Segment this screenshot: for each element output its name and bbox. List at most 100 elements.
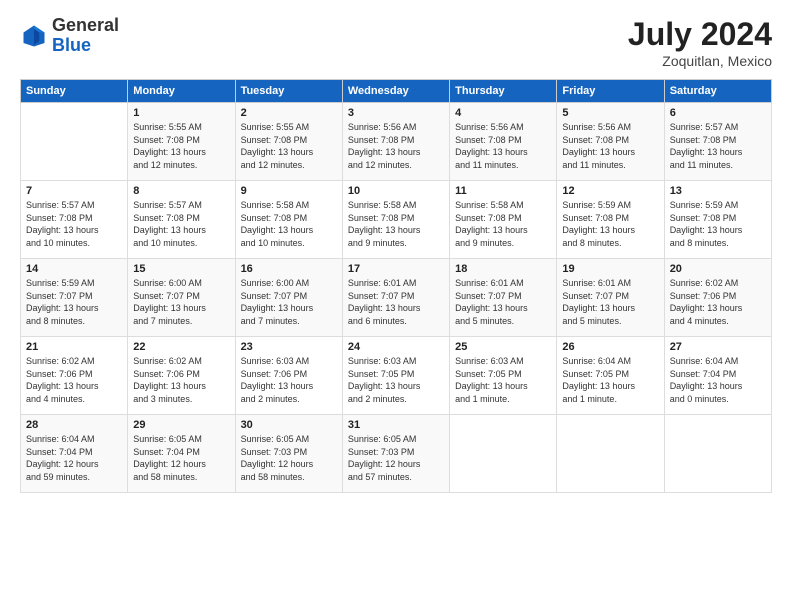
day-number: 27 (670, 341, 766, 353)
logo-icon (20, 22, 48, 50)
table-row: 27 Sunrise: 6:04 AM Sunset: 7:04 PM Dayli… (664, 337, 771, 415)
day-number: 17 (348, 263, 444, 275)
calendar-table: SundayMondayTuesdayWednesdayThursdayFrid… (20, 79, 772, 493)
day-info: Sunrise: 6:05 AM Sunset: 7:04 PM Dayligh… (133, 433, 229, 483)
table-row: 31 Sunrise: 6:05 AM Sunset: 7:03 PM Dayli… (342, 415, 449, 493)
day-info: Sunrise: 5:56 AM Sunset: 7:08 PM Dayligh… (562, 121, 658, 171)
day-info: Sunrise: 5:58 AM Sunset: 7:08 PM Dayligh… (455, 199, 551, 249)
column-header-monday: Monday (128, 80, 235, 103)
table-row (21, 103, 128, 181)
table-row: 7Sunrise: 5:57 AM Sunset: 7:08 PM Daylig… (21, 181, 128, 259)
column-header-wednesday: Wednesday (342, 80, 449, 103)
table-row: 21Sunrise: 6:02 AM Sunset: 7:06 PM Dayli… (21, 337, 128, 415)
table-row: 29 Sunrise: 6:05 AM Sunset: 7:04 PM Dayli… (128, 415, 235, 493)
day-number: 20 (670, 263, 766, 275)
day-number: 28 (26, 419, 122, 431)
day-info: Sunrise: 5:58 AM Sunset: 7:08 PM Dayligh… (348, 199, 444, 249)
day-info: Sunrise: 5:57 AM Sunset: 7:08 PM Dayligh… (133, 199, 229, 249)
day-number: 23 (241, 341, 337, 353)
day-info: Sunrise: 6:04 AM Sunset: 7:04 PM Dayligh… (670, 355, 766, 405)
table-row: 4 Sunrise: 5:56 AM Sunset: 7:08 PM Daylig… (450, 103, 557, 181)
day-info: Sunrise: 5:55 AM Sunset: 7:08 PM Dayligh… (241, 121, 337, 171)
day-info: Sunrise: 6:04 AM Sunset: 7:05 PM Dayligh… (562, 355, 658, 405)
day-info: Sunrise: 5:55 AM Sunset: 7:08 PM Dayligh… (133, 121, 229, 171)
table-row: 9Sunrise: 5:58 AM Sunset: 7:08 PM Daylig… (235, 181, 342, 259)
day-number: 14 (26, 263, 122, 275)
day-number: 2 (241, 107, 337, 119)
title-block: July 2024 Zoquitlan, Mexico (628, 16, 772, 69)
day-info: Sunrise: 5:59 AM Sunset: 7:07 PM Dayligh… (26, 277, 122, 327)
table-row: 12Sunrise: 5:59 AM Sunset: 7:08 PM Dayli… (557, 181, 664, 259)
day-info: Sunrise: 6:01 AM Sunset: 7:07 PM Dayligh… (562, 277, 658, 327)
day-number: 7 (26, 185, 122, 197)
table-row: 20 Sunrise: 6:02 AM Sunset: 7:06 PM Dayli… (664, 259, 771, 337)
day-number: 6 (670, 107, 766, 119)
table-row (450, 415, 557, 493)
day-info: Sunrise: 6:00 AM Sunset: 7:07 PM Dayligh… (133, 277, 229, 327)
table-row: 10Sunrise: 5:58 AM Sunset: 7:08 PM Dayli… (342, 181, 449, 259)
table-row (557, 415, 664, 493)
day-number: 26 (562, 341, 658, 353)
table-row: 13Sunrise: 5:59 AM Sunset: 7:08 PM Dayli… (664, 181, 771, 259)
day-number: 19 (562, 263, 658, 275)
column-header-tuesday: Tuesday (235, 80, 342, 103)
table-row: 22 Sunrise: 6:02 AM Sunset: 7:06 PM Dayli… (128, 337, 235, 415)
day-number: 16 (241, 263, 337, 275)
day-number: 9 (241, 185, 337, 197)
logo: General Blue (20, 16, 119, 56)
day-info: Sunrise: 5:57 AM Sunset: 7:08 PM Dayligh… (670, 121, 766, 171)
logo-text: General Blue (52, 16, 119, 56)
table-row: 6 Sunrise: 5:57 AM Sunset: 7:08 PM Daylig… (664, 103, 771, 181)
day-info: Sunrise: 6:00 AM Sunset: 7:07 PM Dayligh… (241, 277, 337, 327)
table-row: 16 Sunrise: 6:00 AM Sunset: 7:07 PM Dayli… (235, 259, 342, 337)
day-number: 31 (348, 419, 444, 431)
day-info: Sunrise: 6:02 AM Sunset: 7:06 PM Dayligh… (670, 277, 766, 327)
table-row: 28 Sunrise: 6:04 AM Sunset: 7:04 PM Dayli… (21, 415, 128, 493)
day-info: Sunrise: 6:03 AM Sunset: 7:05 PM Dayligh… (455, 355, 551, 405)
table-row: 11 Sunrise: 5:58 AM Sunset: 7:08 PM Dayli… (450, 181, 557, 259)
day-number: 1 (133, 107, 229, 119)
day-number: 30 (241, 419, 337, 431)
day-number: 11 (455, 185, 551, 197)
table-row: 18 Sunrise: 6:01 AM Sunset: 7:07 PM Dayli… (450, 259, 557, 337)
table-row: 19 Sunrise: 6:01 AM Sunset: 7:07 PM Dayli… (557, 259, 664, 337)
day-number: 21 (26, 341, 122, 353)
day-number: 29 (133, 419, 229, 431)
day-info: Sunrise: 6:04 AM Sunset: 7:04 PM Dayligh… (26, 433, 122, 483)
day-number: 13 (670, 185, 766, 197)
table-row: 23 Sunrise: 6:03 AM Sunset: 7:06 PM Dayli… (235, 337, 342, 415)
table-row: 2 Sunrise: 5:55 AM Sunset: 7:08 PM Daylig… (235, 103, 342, 181)
table-row: 1 Sunrise: 5:55 AM Sunset: 7:08 PM Daylig… (128, 103, 235, 181)
day-info: Sunrise: 6:01 AM Sunset: 7:07 PM Dayligh… (348, 277, 444, 327)
day-number: 24 (348, 341, 444, 353)
day-info: Sunrise: 5:56 AM Sunset: 7:08 PM Dayligh… (455, 121, 551, 171)
day-number: 4 (455, 107, 551, 119)
day-info: Sunrise: 6:03 AM Sunset: 7:05 PM Dayligh… (348, 355, 444, 405)
day-number: 15 (133, 263, 229, 275)
day-info: Sunrise: 5:56 AM Sunset: 7:08 PM Dayligh… (348, 121, 444, 171)
day-number: 3 (348, 107, 444, 119)
day-number: 8 (133, 185, 229, 197)
table-row (664, 415, 771, 493)
column-header-saturday: Saturday (664, 80, 771, 103)
day-number: 22 (133, 341, 229, 353)
table-row: 15 Sunrise: 6:00 AM Sunset: 7:07 PM Dayli… (128, 259, 235, 337)
day-info: Sunrise: 6:01 AM Sunset: 7:07 PM Dayligh… (455, 277, 551, 327)
day-number: 25 (455, 341, 551, 353)
day-number: 5 (562, 107, 658, 119)
column-header-friday: Friday (557, 80, 664, 103)
day-info: Sunrise: 6:05 AM Sunset: 7:03 PM Dayligh… (241, 433, 337, 483)
table-row: 25 Sunrise: 6:03 AM Sunset: 7:05 PM Dayli… (450, 337, 557, 415)
day-info: Sunrise: 6:02 AM Sunset: 7:06 PM Dayligh… (133, 355, 229, 405)
day-number: 12 (562, 185, 658, 197)
column-header-sunday: Sunday (21, 80, 128, 103)
table-row: 24 Sunrise: 6:03 AM Sunset: 7:05 PM Dayli… (342, 337, 449, 415)
table-row: 17 Sunrise: 6:01 AM Sunset: 7:07 PM Dayli… (342, 259, 449, 337)
page-header: General Blue July 2024 Zoquitlan, Mexico (20, 16, 772, 69)
table-row: 30 Sunrise: 6:05 AM Sunset: 7:03 PM Dayli… (235, 415, 342, 493)
day-info: Sunrise: 6:05 AM Sunset: 7:03 PM Dayligh… (348, 433, 444, 483)
page-subtitle: Zoquitlan, Mexico (628, 53, 772, 69)
day-info: Sunrise: 6:03 AM Sunset: 7:06 PM Dayligh… (241, 355, 337, 405)
day-number: 18 (455, 263, 551, 275)
table-row: 14 Sunrise: 5:59 AM Sunset: 7:07 PM Dayli… (21, 259, 128, 337)
